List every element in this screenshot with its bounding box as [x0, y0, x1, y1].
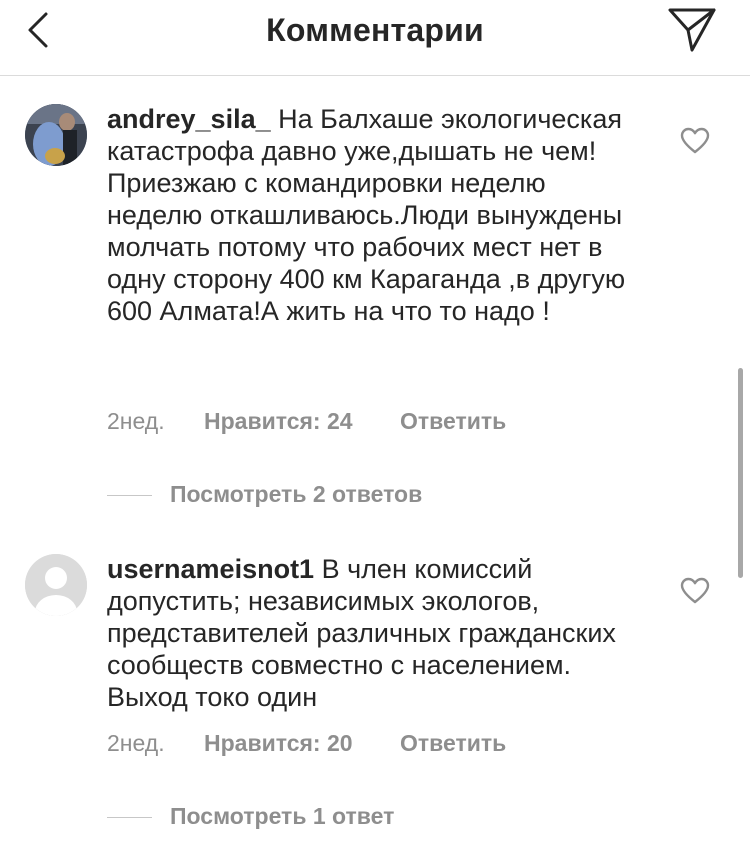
comment-meta: 2нед. Нравится: 20 Ответить	[107, 730, 506, 757]
comment-username[interactable]: andrey_sila_	[107, 104, 271, 134]
likes-count[interactable]: Нравится: 20	[204, 730, 400, 757]
comment-meta: 2нед. Нравится: 24 Ответить	[107, 408, 506, 435]
view-replies-button[interactable]: Посмотреть 2 ответов	[107, 481, 422, 508]
divider-line	[107, 495, 152, 497]
like-button[interactable]	[680, 577, 710, 605]
comment-time: 2нед.	[107, 730, 165, 756]
divider-line	[107, 817, 152, 819]
user-photo-icon	[25, 104, 87, 166]
share-button[interactable]	[666, 6, 718, 54]
comment-text-block: andrey_sila_ На Балхаше экологическая ка…	[107, 103, 637, 327]
heart-icon	[680, 577, 710, 604]
default-avatar-icon	[25, 554, 87, 616]
avatar[interactable]	[25, 104, 87, 166]
scrollbar[interactable]	[738, 368, 743, 578]
like-button[interactable]	[680, 127, 710, 155]
comment-text: На Балхаше экологическая катастрофа давн…	[107, 104, 626, 326]
comment-text-block: usernameisnot1 В член комиссий допустить…	[107, 553, 637, 713]
reply-button[interactable]: Ответить	[400, 408, 506, 435]
reply-button[interactable]: Ответить	[400, 730, 506, 757]
view-replies-label: Посмотреть 1 ответ	[170, 803, 395, 829]
likes-count[interactable]: Нравится: 24	[204, 408, 400, 435]
comment-time: 2нед.	[107, 408, 165, 434]
page-title: Комментарии	[266, 12, 484, 48]
heart-icon	[680, 127, 710, 154]
view-replies-button[interactable]: Посмотреть 1 ответ	[107, 803, 394, 830]
comment-username[interactable]: usernameisnot1	[107, 554, 314, 584]
header-bar: Комментарии	[0, 0, 750, 76]
avatar[interactable]	[25, 554, 87, 616]
view-replies-label: Посмотреть 2 ответов	[170, 481, 423, 507]
paper-plane-icon	[668, 8, 716, 52]
